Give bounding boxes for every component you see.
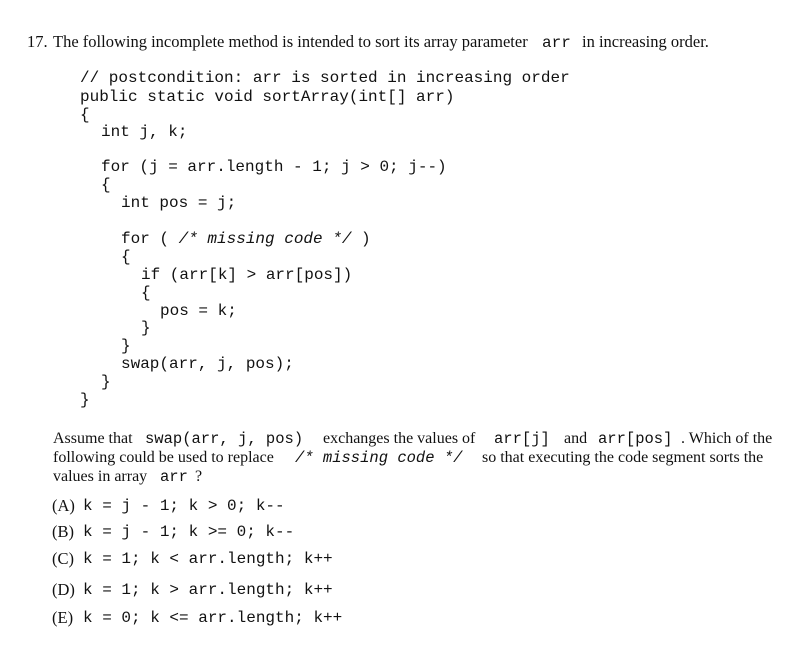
code-line: }	[80, 391, 90, 409]
option-code: k = 1; k > arr.length; k++	[83, 581, 333, 599]
code-line: }	[121, 337, 131, 355]
paragraph-code: swap(arr, j, pos)	[145, 430, 304, 448]
question-stem-code: arr	[542, 34, 571, 52]
paragraph-code: arr	[160, 468, 188, 486]
option-label: (A)	[52, 496, 75, 515]
paragraph-text: . Which of the	[681, 430, 773, 447]
option-label: (C)	[52, 549, 74, 568]
paragraph-text: and	[564, 430, 588, 447]
option-label: (B)	[52, 522, 74, 541]
paragraph-code: arr[j]	[494, 430, 550, 448]
code-line: if (arr[k] > arr[pos])	[141, 266, 353, 284]
code-line: }	[101, 373, 111, 391]
paragraph-code: arr[pos]	[598, 430, 673, 448]
code-line: // postcondition: arr is sorted in incre…	[80, 69, 570, 87]
code-line: {	[141, 284, 151, 302]
option-code: k = j - 1; k > 0; k--	[83, 497, 285, 515]
code-line: int j, k;	[101, 123, 188, 141]
paragraph-code: /* missing code */	[295, 449, 463, 467]
code-line: }	[141, 319, 151, 337]
paragraph-text: ?	[195, 468, 203, 485]
question-stem-tail: in increasing order.	[582, 32, 709, 51]
paragraph-text: values in array	[53, 468, 148, 485]
code-line: {	[101, 176, 111, 194]
code-line: for (j = arr.length - 1; j > 0; j--)	[101, 158, 447, 176]
code-line: {	[121, 248, 131, 266]
option-code: k = 0; k <= arr.length; k++	[83, 609, 343, 627]
code-line: public static void sortArray(int[] arr)	[80, 88, 455, 106]
option-code: k = 1; k < arr.length; k++	[83, 550, 333, 568]
option-label: (D)	[52, 580, 75, 599]
code-line: pos = k;	[160, 302, 237, 320]
paragraph-text: exchanges the values of	[323, 430, 476, 447]
question-number: 17.	[27, 32, 48, 51]
option-code: k = j - 1; k >= 0; k--	[83, 523, 295, 541]
code-line-missing: for ( /* missing code */ )	[121, 230, 371, 248]
paragraph-text: so that executing the code segment sorts…	[482, 449, 764, 466]
code-line: {	[80, 106, 90, 124]
code-line: int pos = j;	[121, 194, 237, 212]
code-line: swap(arr, j, pos);	[121, 355, 294, 373]
option-label: (E)	[52, 608, 74, 627]
paragraph-text: Assume that	[53, 430, 133, 447]
paragraph-text: following could be used to replace	[53, 449, 274, 466]
question-stem-text: The following incomplete method is inten…	[53, 32, 528, 51]
